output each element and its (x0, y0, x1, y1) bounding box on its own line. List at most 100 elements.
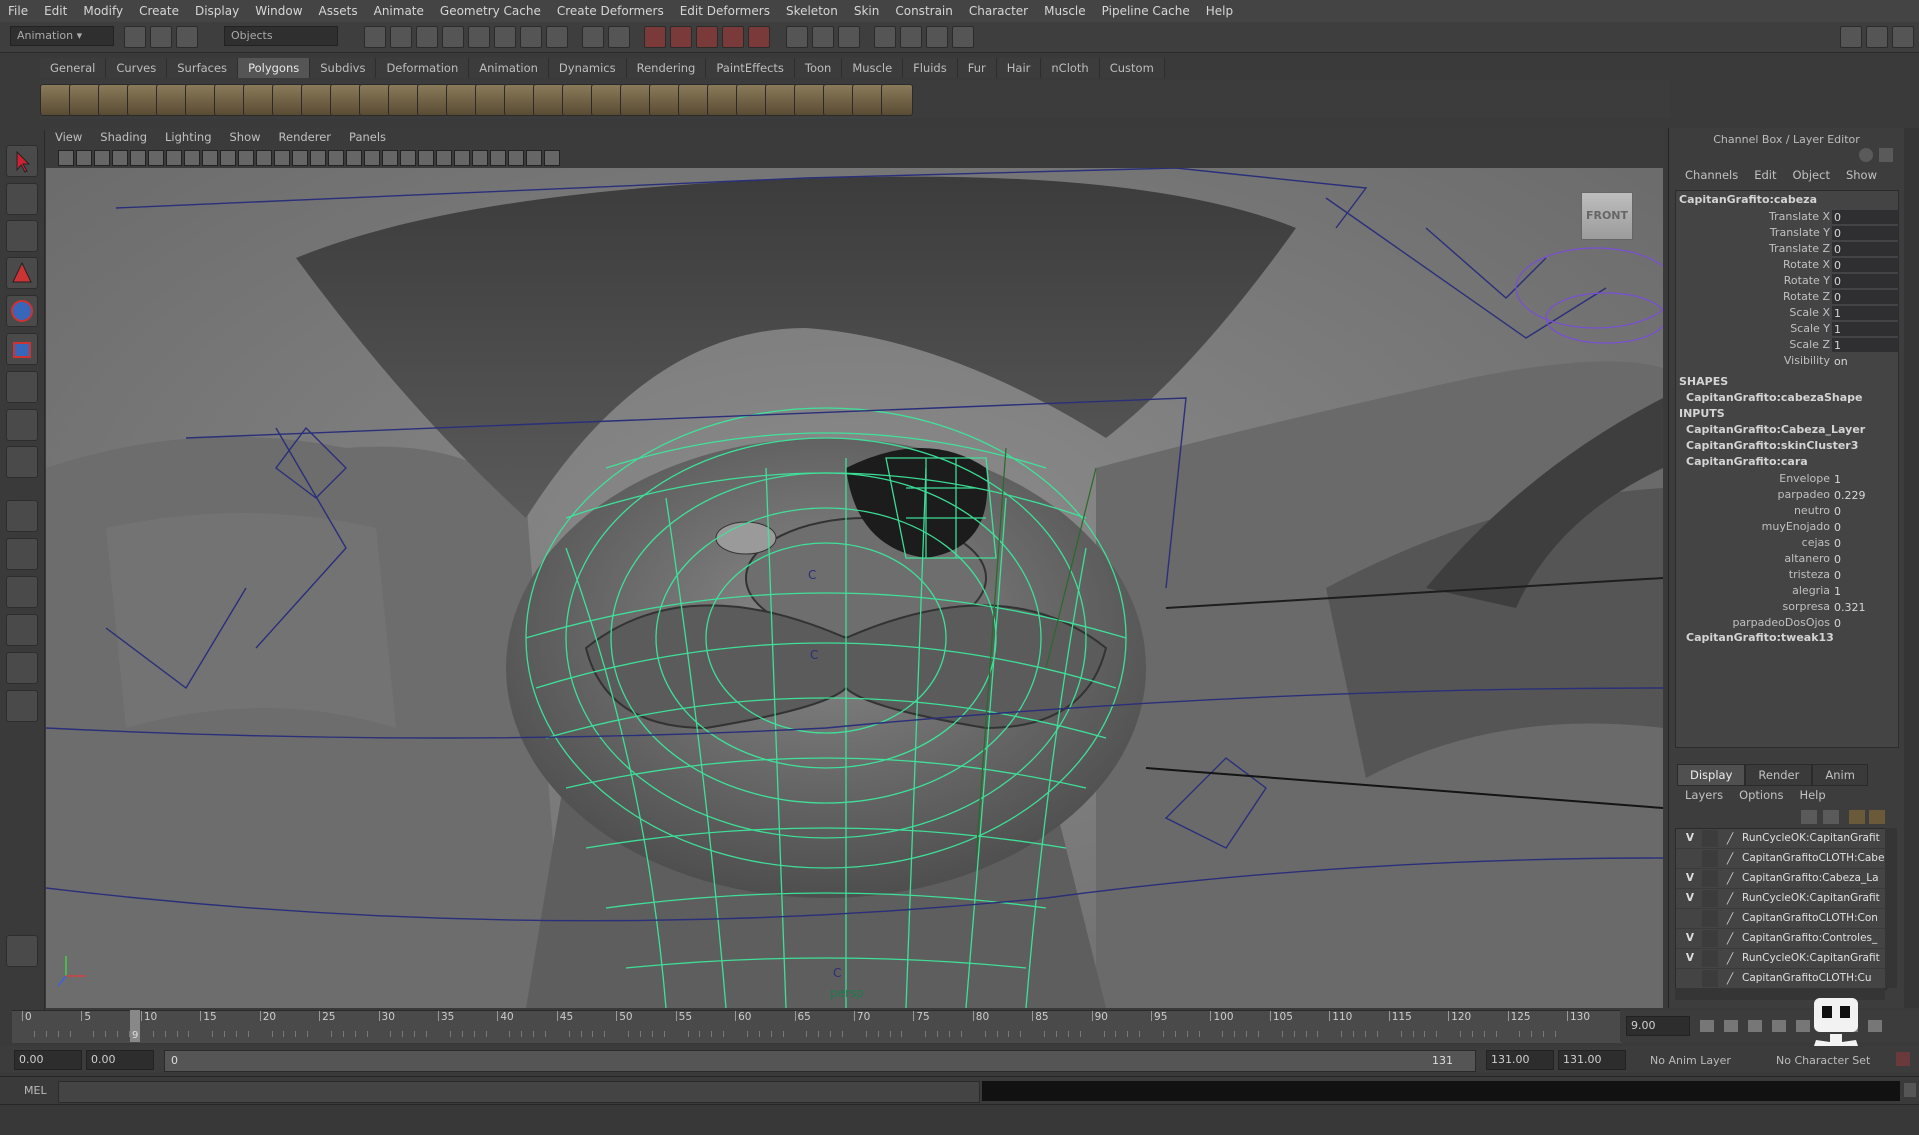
menu-file[interactable]: File (0, 4, 36, 18)
shelf-tab-general[interactable]: General (40, 58, 107, 78)
layer-playback-toggle[interactable] (1702, 890, 1718, 907)
viewport-toolbar-icon[interactable] (472, 150, 488, 166)
shelf-tool-icon[interactable] (98, 84, 130, 116)
blend-attr-value[interactable]: 0 (1832, 504, 1898, 518)
viewport-toolbar-icon[interactable] (130, 150, 146, 166)
layer-visibility-toggle[interactable]: V (1682, 949, 1698, 968)
viewport-toolbar-icon[interactable] (256, 150, 272, 166)
layer-color-swatch[interactable]: ╱ (1722, 870, 1738, 887)
history-icon[interactable] (812, 26, 834, 48)
layer-row[interactable]: ╱ CapitanGrafitoCLOTH:Cabe (1676, 849, 1886, 869)
script-editor-icon[interactable] (1904, 1083, 1916, 1097)
layer-row[interactable]: V ╱ CapitanGrafito:Cabeza_La (1676, 869, 1886, 889)
layer-color-swatch[interactable]: ╱ (1722, 830, 1738, 847)
channel-row[interactable]: Translate Y0 (1676, 225, 1898, 241)
select-component-icon[interactable] (416, 26, 438, 48)
channel-value[interactable]: 0 (1832, 242, 1898, 256)
layer-name[interactable]: RunCycleOK:CapitanGrafit (1742, 829, 1880, 848)
menu-create-deformers[interactable]: Create Deformers (549, 4, 672, 18)
viewport-toolbar-icon[interactable] (292, 150, 308, 166)
viewport-toolbar-icon[interactable] (148, 150, 164, 166)
layer-menu-options[interactable]: Options (1731, 788, 1791, 802)
layer-visibility-toggle[interactable]: V (1682, 829, 1698, 848)
layer-row[interactable]: V ╱ RunCycleOK:CapitanGrafit (1676, 889, 1886, 909)
shelf-tool-icon[interactable] (881, 84, 913, 116)
menu-edit[interactable]: Edit (36, 4, 75, 18)
channel-value[interactable]: on (1832, 354, 1898, 368)
blend-attr-value[interactable]: 0 (1832, 616, 1898, 630)
snap-point-icon[interactable] (696, 26, 718, 48)
viewport-toolbar-icon[interactable] (274, 150, 290, 166)
layer-color-swatch[interactable]: ╱ (1722, 890, 1738, 907)
blend-attr-row[interactable]: muyEnojado 0 (1676, 519, 1898, 535)
blend-attr-value[interactable]: 0.229 (1832, 488, 1898, 502)
blend-attr-value[interactable]: 0 (1832, 568, 1898, 582)
menu-display[interactable]: Display (187, 4, 247, 18)
shelf-tool-icon[interactable] (185, 84, 217, 116)
auto-key-icon[interactable] (1896, 1052, 1910, 1066)
shelf-tab-animation[interactable]: Animation (469, 58, 549, 78)
viewport-toolbar-icon[interactable] (382, 150, 398, 166)
mask-icon[interactable] (520, 26, 542, 48)
blend-attr-row[interactable]: sorpresa 0.321 (1676, 599, 1898, 615)
layer-color-swatch[interactable]: ╱ (1722, 950, 1738, 967)
shelf-tool-icon[interactable] (620, 84, 652, 116)
snap-curve-icon[interactable] (670, 26, 692, 48)
shelf-tab-fur[interactable]: Fur (957, 58, 997, 78)
snap-plane-icon[interactable] (722, 26, 744, 48)
layer-name[interactable]: RunCycleOK:CapitanGrafit (1742, 889, 1880, 908)
layer-playback-toggle[interactable] (1702, 850, 1718, 867)
end-time-field[interactable]: 131.00 (1558, 1050, 1626, 1070)
menu-skin[interactable]: Skin (846, 4, 888, 18)
save-scene-icon[interactable] (176, 26, 198, 48)
viewport-toolbar-icon[interactable] (544, 150, 560, 166)
viewport-toolbar-icon[interactable] (490, 150, 506, 166)
channel-row[interactable]: Translate Z0 (1676, 241, 1898, 257)
shelf-tab-fluids[interactable]: Fluids (903, 58, 958, 78)
layer-row[interactable]: V ╱ CapitanGrafito:Controles_ (1676, 929, 1886, 949)
blend-attr-value[interactable]: 1 (1832, 584, 1898, 598)
select-hierarchy-icon[interactable] (364, 26, 386, 48)
viewport-toolbar-icon[interactable] (94, 150, 110, 166)
blend-attr-value[interactable]: 1 (1832, 472, 1898, 486)
blend-attr-value[interactable]: 0 (1832, 536, 1898, 550)
render-settings-icon[interactable] (952, 26, 974, 48)
viewport-toolbar-icon[interactable] (58, 150, 74, 166)
shelf-tab-custom[interactable]: Custom (1099, 58, 1165, 78)
layer-name[interactable]: CapitanGrafitoCLOTH:Cabe (1742, 849, 1884, 868)
rotate-tool-icon[interactable] (6, 295, 38, 327)
soft-mod-icon[interactable] (6, 409, 38, 441)
layer-menu-help[interactable]: Help (1791, 788, 1833, 802)
blend-attr-value[interactable]: 0.321 (1832, 600, 1898, 614)
viewport-toolbar-icon[interactable] (364, 150, 380, 166)
shelf-tab-deformation[interactable]: Deformation (376, 58, 470, 78)
layer-tab-display[interactable]: Display (1677, 764, 1746, 786)
viewport-menu-view[interactable]: View (46, 130, 91, 144)
channel-menu-channels[interactable]: Channels (1677, 168, 1746, 182)
shelf-tab-polygons[interactable]: Polygons (238, 58, 311, 78)
shelf-tool-icon[interactable] (446, 84, 478, 116)
shelf-tool-icon[interactable] (649, 84, 681, 116)
select-object-icon[interactable] (390, 26, 412, 48)
layout-single-icon[interactable] (6, 500, 38, 532)
layout-four-icon[interactable] (6, 538, 38, 570)
menu-modify[interactable]: Modify (75, 4, 131, 18)
menu-edit-deformers[interactable]: Edit Deformers (672, 4, 778, 18)
settings-icon[interactable] (1859, 148, 1873, 162)
layer-playback-toggle[interactable] (1702, 930, 1718, 947)
viewport-toolbar-icon[interactable] (346, 150, 362, 166)
shelf-tab-ncloth[interactable]: nCloth (1041, 58, 1100, 78)
channel-value[interactable]: 1 (1832, 338, 1898, 352)
channel-value[interactable]: 1 (1832, 322, 1898, 336)
character-set-dropdown[interactable]: No Character Set (1776, 1054, 1870, 1067)
layer-name[interactable]: CapitanGrafito:Cabeza_La (1742, 869, 1879, 888)
menu-skeleton[interactable]: Skeleton (778, 4, 846, 18)
shelf-tool-icon[interactable] (823, 84, 855, 116)
construction-history-icon[interactable] (838, 26, 860, 48)
anim-layer-dropdown[interactable]: No Anim Layer (1650, 1054, 1731, 1067)
menu-pipeline-cache[interactable]: Pipeline Cache (1094, 4, 1198, 18)
blend-attr-row[interactable]: alegria 1 (1676, 583, 1898, 599)
menu-muscle[interactable]: Muscle (1036, 4, 1094, 18)
shelf-tool-icon[interactable] (591, 84, 623, 116)
viewport-toolbar-icon[interactable] (76, 150, 92, 166)
